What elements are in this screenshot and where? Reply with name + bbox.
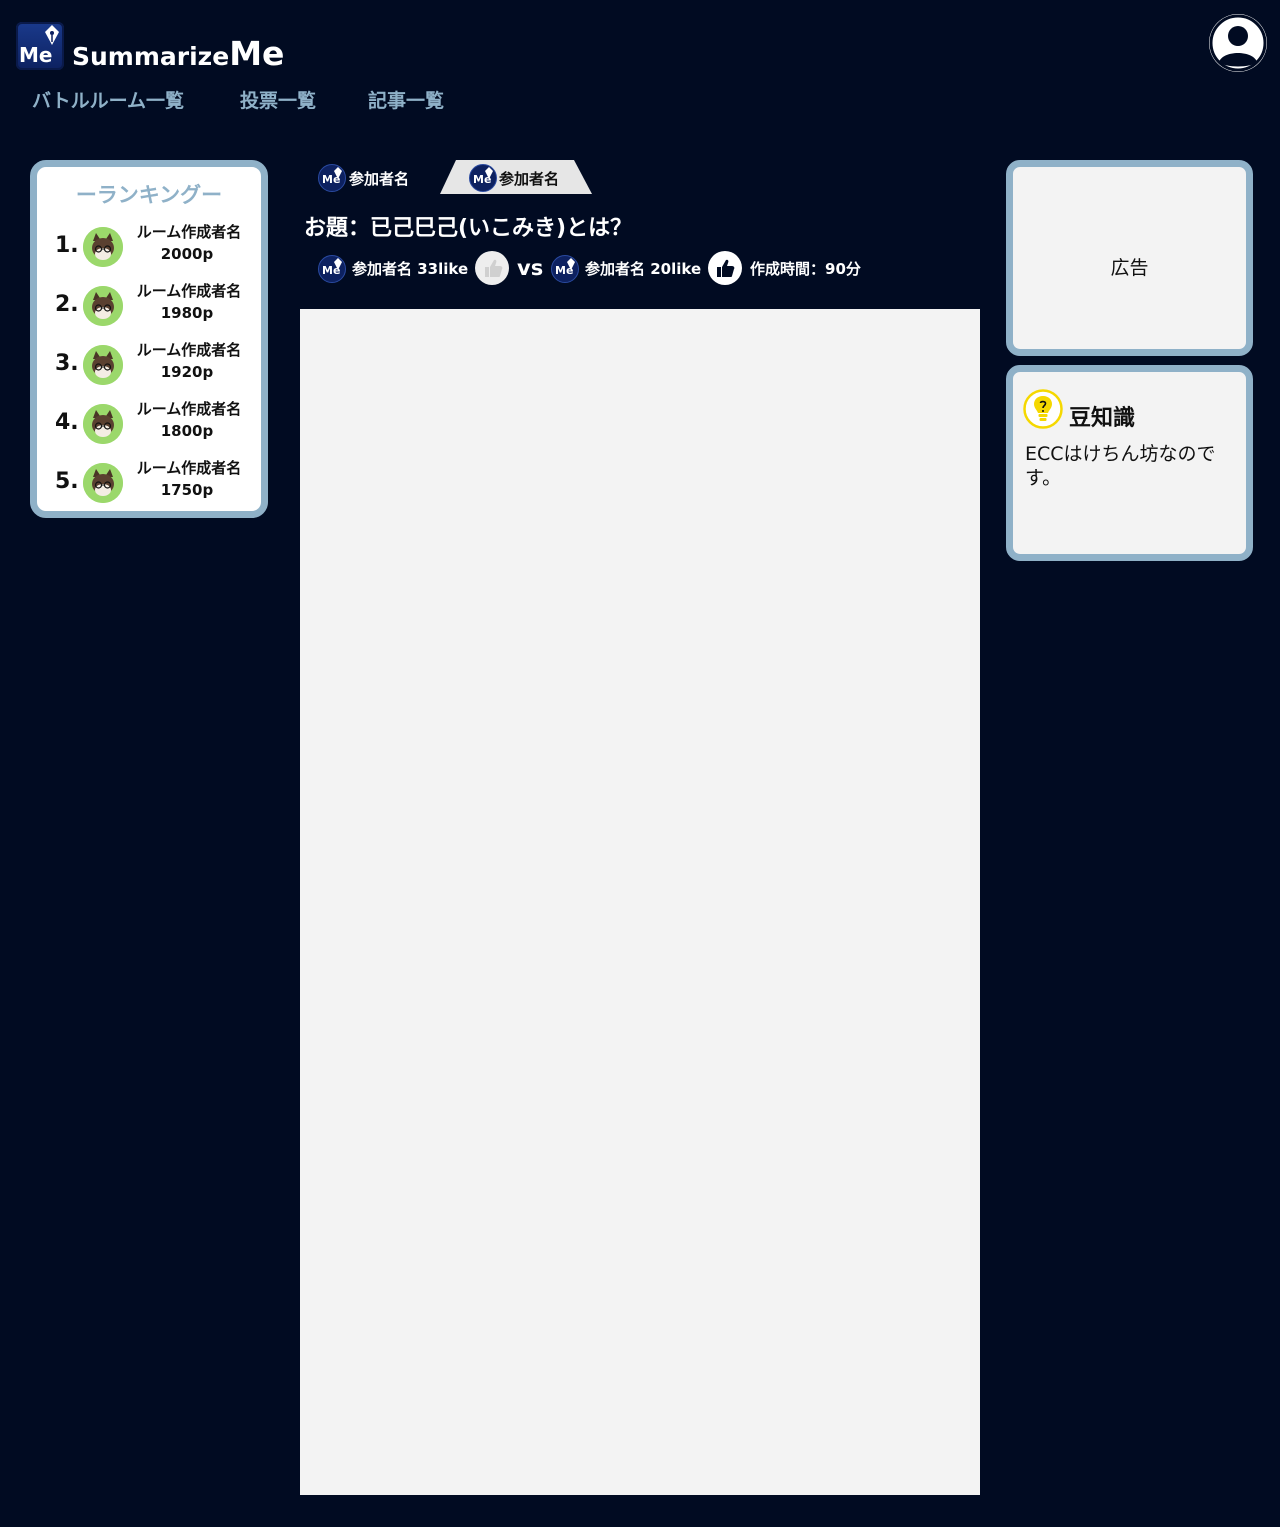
avatar [83, 227, 123, 267]
right-participant-likes: 参加者名 20like [585, 260, 702, 278]
article-content-area[interactable] [300, 309, 980, 1495]
ranking-points: 1750p [160, 481, 214, 499]
rank-number: 2. [55, 292, 79, 317]
cat-avatar-icon [83, 463, 123, 503]
ranking-item[interactable]: 5. ルーム作成者名 1750p [37, 459, 261, 509]
ranking-name: ルーム作成者名 [136, 223, 242, 241]
thumbs-up-icon [717, 259, 735, 277]
rank-number: 4. [55, 410, 79, 435]
ranking-name: ルーム作成者名 [136, 459, 242, 477]
topic-title: お題：已己巳己(いこみき)とは？ [304, 216, 633, 241]
participant-logo-icon: Me [318, 164, 346, 192]
mini-logo-text: Me [473, 173, 492, 186]
trivia-title: 豆知識 [1069, 406, 1136, 431]
lightbulb-icon [1023, 389, 1063, 429]
ranking-name: ルーム作成者名 [136, 282, 242, 300]
ranking-points: 1920p [160, 363, 214, 381]
participant-logo-icon: Me [469, 164, 497, 192]
mini-logo-text: Me [322, 264, 341, 277]
creation-time: 作成時間：90分 [750, 260, 861, 278]
ranking-panel: ーランキングー 1. ルーム作成者名 2000p 2. ルーム作成者名 1980… [30, 160, 268, 518]
cat-avatar-icon [83, 286, 123, 326]
brand-prefix: Summarize [72, 42, 230, 71]
ranking-item[interactable]: 4. ルーム作成者名 1800p [37, 400, 261, 450]
brand-suffix: Me [229, 34, 285, 73]
vs-label: vs [517, 256, 544, 280]
tab-label: 参加者名 [349, 170, 410, 188]
ranking-name: ルーム作成者名 [136, 400, 242, 418]
ranking-points: 2000p [160, 245, 214, 263]
trivia-text: ECCはけちん坊なのです。 [1025, 443, 1216, 489]
trivia-panel: 豆知識 ECCはけちん坊なのです。 [1006, 365, 1253, 561]
mini-logo-text: Me [555, 264, 574, 277]
avatar [83, 404, 123, 444]
nav-articles[interactable]: 記事一覧 [368, 86, 444, 113]
avatar [83, 463, 123, 503]
user-account-button[interactable] [1209, 14, 1267, 72]
ranking-item[interactable]: 1. ルーム作成者名 2000p [37, 223, 261, 273]
tab-participant-2[interactable]: Me 参加者名 [440, 160, 592, 194]
nav-battle-rooms[interactable]: バトルルーム一覧 [32, 86, 184, 113]
rank-number: 1. [55, 233, 79, 258]
participant-logo-icon: Me [318, 255, 346, 283]
cat-avatar-icon [83, 227, 123, 267]
nav-votes[interactable]: 投票一覧 [240, 86, 316, 113]
mini-logo-text: Me [322, 173, 341, 186]
rank-number: 5. [55, 469, 79, 494]
cat-avatar-icon [83, 404, 123, 444]
avatar [83, 345, 123, 385]
like-button-left[interactable] [475, 251, 509, 285]
ranking-item[interactable]: 2. ルーム作成者名 1980p [37, 282, 261, 332]
ranking-title: ーランキングー [75, 183, 223, 207]
rank-number: 3. [55, 351, 79, 376]
like-button-right[interactable] [708, 251, 742, 285]
logo-text: Me [19, 43, 53, 67]
ranking-name: ルーム作成者名 [136, 341, 242, 359]
ranking-points: 1800p [160, 422, 214, 440]
participant-logo-icon: Me [551, 255, 579, 283]
brand-name[interactable]: SummarizeMe [72, 34, 284, 73]
ad-panel[interactable]: 広告 [1006, 160, 1253, 356]
ranking-points: 1980p [160, 304, 214, 322]
tab-participant-1[interactable]: Me 参加者名 [310, 160, 430, 194]
avatar [83, 286, 123, 326]
left-participant-likes: 参加者名 33like [352, 260, 469, 278]
app-logo[interactable]: Me [16, 22, 64, 70]
thumbs-up-icon [485, 259, 503, 277]
tab-label: 参加者名 [499, 170, 560, 188]
ad-label: 広告 [1110, 257, 1149, 279]
cat-avatar-icon [83, 345, 123, 385]
ranking-item[interactable]: 3. ルーム作成者名 1920p [37, 341, 261, 391]
user-icon [1209, 14, 1267, 72]
